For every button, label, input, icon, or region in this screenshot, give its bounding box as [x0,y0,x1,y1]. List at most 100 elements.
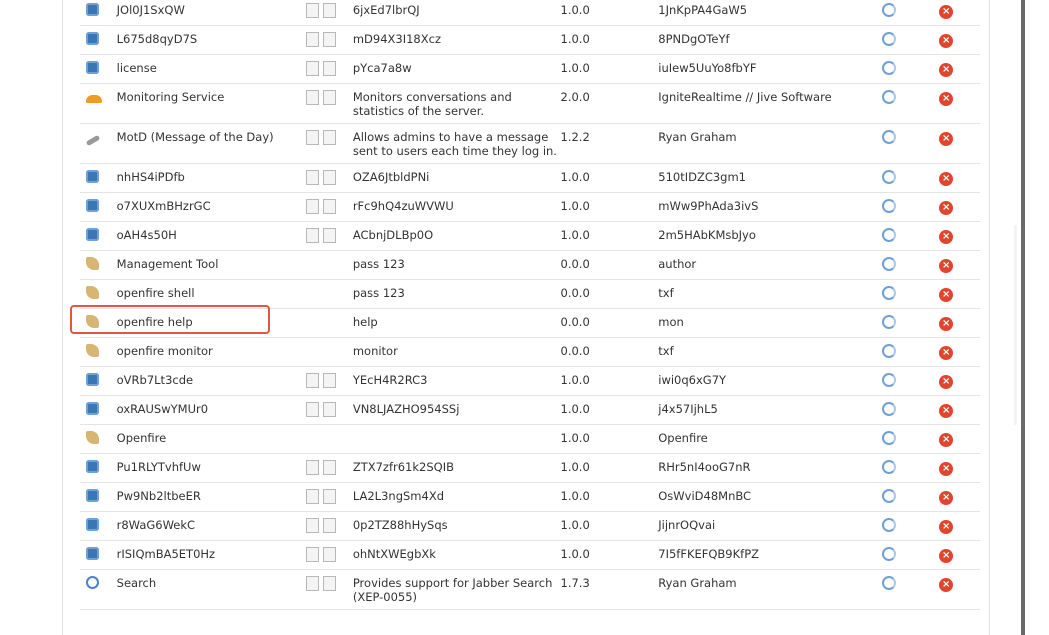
plugin-row: nhHS4iPDfb OZA6JtbldPNi 1.0.0 510tIDZC3g… [80,163,980,193]
delete-icon[interactable]: × [939,520,954,534]
delete-icon[interactable]: × [939,34,954,48]
delete-icon[interactable]: × [939,201,954,215]
changelog-icon[interactable] [323,61,336,76]
update-icon[interactable] [882,460,897,474]
plugin-author: 2m5HAbKMsbJyo [658,221,883,251]
update-icon[interactable] [882,402,897,416]
plugin-row: Pw9Nb2ltbeER LA2L3ngSm4Xd 1.0.0 OsWviD48… [80,482,980,512]
changelog-icon[interactable] [323,547,336,562]
update-icon[interactable] [882,32,897,46]
plugin-name: nhHS4iPDfb [116,163,306,193]
update-icon[interactable] [882,286,897,300]
readme-icon[interactable] [306,32,319,47]
changelog-icon[interactable] [323,199,336,214]
plugin-author: Ryan Graham [658,569,883,610]
update-icon[interactable] [882,344,897,358]
plugin-version: 2.0.0 [560,83,659,124]
readme-icon[interactable] [306,576,319,591]
plugin-description: YEcH4R2RC3 [352,366,561,396]
update-icon[interactable] [882,61,897,75]
plugin-row: oVRb7Lt3cde YEcH4R2RC3 1.0.0 iwi0q6xG7Y … [80,366,980,396]
delete-icon[interactable]: × [939,92,954,106]
changelog-icon[interactable] [323,32,336,47]
update-icon[interactable] [882,518,897,532]
update-icon[interactable] [882,257,897,271]
delete-icon[interactable]: × [939,404,954,418]
changelog-icon[interactable] [323,3,336,18]
plugin-author: author [658,250,883,280]
delete-icon[interactable]: × [939,346,954,360]
changelog-icon[interactable] [323,373,336,388]
update-icon[interactable] [882,3,897,17]
plugin-icon [86,489,99,502]
update-icon[interactable] [882,228,897,242]
readme-icon[interactable] [306,130,319,145]
update-icon[interactable] [882,170,897,184]
plugin-author: 510tIDZC3gm1 [658,163,883,193]
delete-icon[interactable]: × [939,5,954,19]
delete-icon[interactable]: × [939,578,954,592]
changelog-icon[interactable] [323,489,336,504]
readme-icon[interactable] [306,547,319,562]
update-icon[interactable] [882,130,897,144]
plugin-version: 1.0.0 [560,366,659,396]
plugin-version: 1.0.0 [560,54,659,84]
update-icon[interactable] [882,489,897,503]
plugin-description: Provides support for Jabber Search (XEP-… [352,569,561,610]
delete-icon[interactable]: × [939,317,954,331]
changelog-icon[interactable] [323,402,336,417]
scrollbar-track[interactable] [1014,225,1017,425]
changelog-icon[interactable] [323,130,336,145]
changelog-icon[interactable] [323,228,336,243]
readme-icon[interactable] [306,518,319,533]
changelog-icon[interactable] [323,518,336,533]
plugin-name: JOl0J1SxQW [116,0,306,26]
changelog-icon[interactable] [323,460,336,475]
plugin-name: Pw9Nb2ltbeER [116,482,306,512]
delete-icon[interactable]: × [939,375,954,389]
update-icon[interactable] [882,199,897,213]
readme-icon[interactable] [306,3,319,18]
plugin-row: L675d8qyD7S mD94X3I18Xcz 1.0.0 8PNDgOTeY… [80,25,980,55]
delete-icon[interactable]: × [939,433,954,447]
readme-icon[interactable] [306,460,319,475]
delete-icon[interactable]: × [939,230,954,244]
delete-icon[interactable]: × [939,462,954,476]
changelog-icon[interactable] [323,170,336,185]
delete-icon[interactable]: × [939,259,954,273]
delete-icon[interactable]: × [939,132,954,146]
readme-icon[interactable] [306,61,319,76]
plugin-description: pass 123 [352,279,561,309]
plugin-description: help [352,308,561,338]
changelog-icon[interactable] [323,576,336,591]
readme-icon[interactable] [306,228,319,243]
update-icon[interactable] [882,431,897,445]
readme-icon[interactable] [306,90,319,105]
delete-icon[interactable]: × [939,491,954,505]
plugin-name: Search [116,569,306,610]
plugin-icon [86,373,99,386]
delete-icon[interactable]: × [939,288,954,302]
plugin-description: OZA6JtbldPNi [352,163,561,193]
delete-icon[interactable]: × [939,549,954,563]
plugin-author: 8PNDgOTeYf [658,25,883,55]
readme-icon[interactable] [306,373,319,388]
plugin-author: txf [658,337,883,367]
plugin-icon [86,199,99,212]
readme-icon[interactable] [306,199,319,214]
update-icon[interactable] [882,315,897,329]
readme-icon[interactable] [306,170,319,185]
plugin-icon [86,518,99,531]
update-icon[interactable] [882,547,897,561]
readme-icon[interactable] [306,489,319,504]
update-icon[interactable] [882,373,897,387]
update-icon[interactable] [882,90,897,104]
plugin-name: Monitoring Service [116,83,306,124]
plugin-row: JOl0J1SxQW 6jxEd7lbrQJ 1.0.0 1JnKpPA4GaW… [80,0,980,26]
delete-icon[interactable]: × [939,172,954,186]
update-icon[interactable] [882,576,897,590]
delete-icon[interactable]: × [939,63,954,77]
readme-icon[interactable] [306,402,319,417]
changelog-icon[interactable] [323,90,336,105]
plugin-name: oxRAUSwYMUr0 [116,395,306,425]
